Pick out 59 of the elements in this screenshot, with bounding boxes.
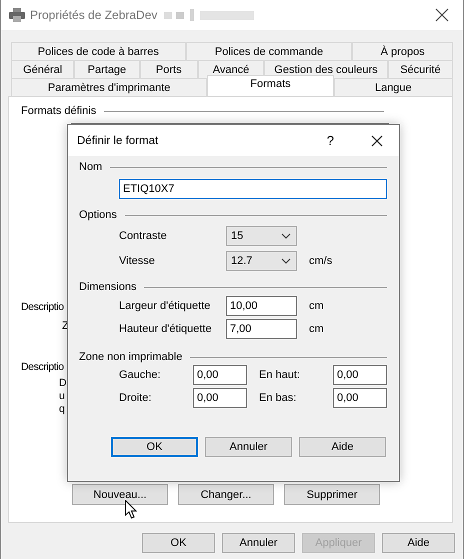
field-label: Hauteur d'étiquette [119, 322, 213, 334]
group-label: Zone non imprimable [79, 351, 182, 363]
tab[interactable]: Partage [74, 60, 140, 78]
format-button[interactable]: Changer... [178, 484, 274, 505]
printer-icon [9, 8, 25, 22]
unit-label: cm [309, 322, 324, 334]
unit-label: cm/s [309, 254, 332, 266]
tab[interactable]: Sécurité [388, 60, 453, 78]
tab[interactable]: Polices de code à barres [11, 42, 186, 60]
tab[interactable]: Polices de commande [186, 42, 352, 60]
field-label: Contraste [119, 230, 168, 242]
tab[interactable]: Langue [334, 78, 454, 96]
format-button[interactable]: Supprimer [284, 484, 380, 505]
group-label: Nom [79, 161, 102, 173]
tab[interactable]: À propos [352, 42, 453, 60]
description-label: Descriptio [21, 361, 64, 373]
dialog-button[interactable]: OK [142, 533, 215, 553]
close-icon[interactable] [371, 134, 383, 146]
window-title: Propriétés de ZebraDev [30, 8, 158, 22]
field-label: Vitesse [119, 254, 156, 266]
tab[interactable]: Paramètres d'imprimante [11, 78, 208, 96]
description-text: D [59, 377, 67, 390]
group-label: Formats définis [21, 105, 96, 117]
dialog-button[interactable]: Annuler [205, 437, 292, 457]
input-field[interactable]: 10,00 [226, 296, 297, 316]
field-label: Gauche: [119, 369, 162, 381]
tab[interactable]: Général [11, 60, 74, 78]
field-label: Largeur d'étiquette [119, 300, 212, 312]
field-label: En haut: [259, 369, 301, 381]
unit-label: cm [309, 300, 324, 312]
dropdown[interactable]: 15 [226, 226, 297, 246]
dialog-title: Définir le format [77, 134, 158, 146]
input-field[interactable]: 0,00 [193, 365, 247, 385]
dropdown[interactable]: 12.7 [226, 250, 297, 270]
caret-icon [281, 232, 291, 238]
caret-icon [281, 258, 291, 264]
dialog-button[interactable]: Aide [382, 533, 455, 553]
field-label: En bas: [259, 392, 298, 404]
description-text: u [59, 390, 65, 403]
group-label: Dimensions [79, 281, 136, 293]
description-text: q [59, 403, 65, 416]
name-field[interactable]: ETIQ10X7 [119, 179, 387, 199]
field-label: Droite: [119, 392, 152, 404]
dialog-button[interactable]: Aide [299, 437, 386, 457]
description-label: Descriptio [21, 301, 64, 313]
input-field[interactable]: 0,00 [193, 388, 247, 408]
cursor-icon [125, 500, 137, 519]
group-label: Options [79, 209, 117, 221]
close-icon[interactable] [435, 8, 449, 22]
dialog-button[interactable]: OK [111, 437, 198, 457]
tab[interactable]: Formats [207, 75, 334, 96]
tab[interactable]: Gestion des couleurs [264, 60, 388, 78]
input-field[interactable]: 7,00 [226, 318, 297, 338]
input-field[interactable]: 0,00 [333, 365, 387, 385]
format-button[interactable]: Nouveau... [72, 484, 168, 505]
dialog-button[interactable]: Annuler [222, 533, 295, 553]
input-field[interactable]: 0,00 [333, 388, 387, 408]
help-button[interactable]: ? [326, 133, 334, 148]
tab[interactable]: Ports [140, 60, 198, 78]
